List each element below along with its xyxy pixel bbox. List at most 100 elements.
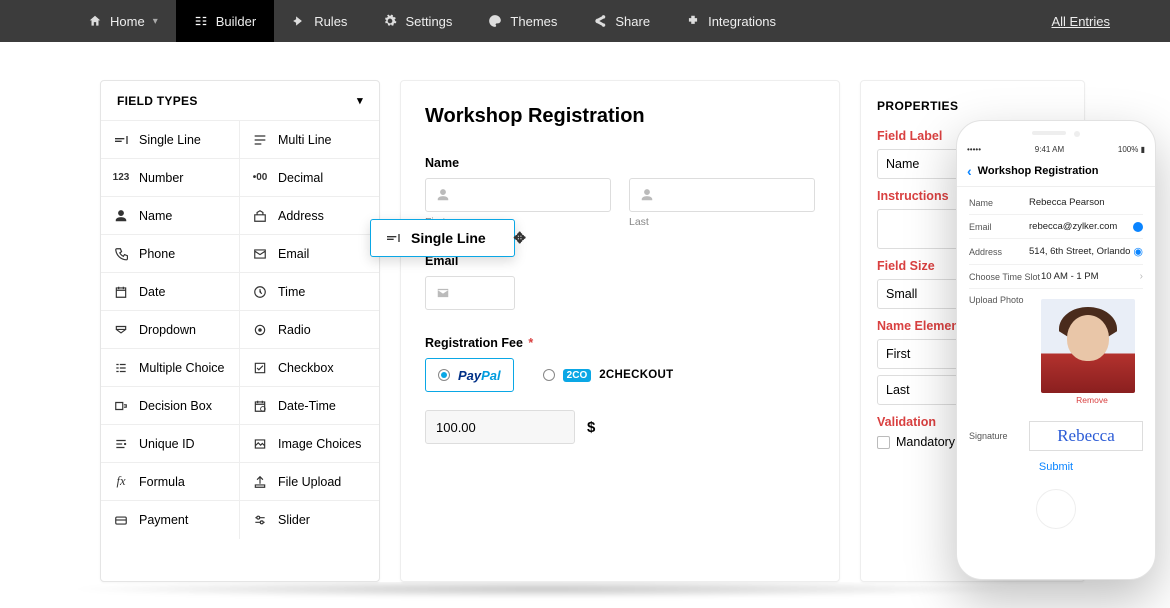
nav-integrations[interactable]: Integrations xyxy=(668,0,794,42)
fieldtype-single-line[interactable]: Single Line xyxy=(101,121,240,159)
fieldtype-address[interactable]: Address xyxy=(240,197,379,235)
fieldtype-icon xyxy=(252,246,268,262)
integrations-icon xyxy=(686,14,700,28)
fieldtype-multi-line[interactable]: Multi Line xyxy=(240,121,379,159)
fieldtype-email[interactable]: Email xyxy=(240,235,379,273)
radio-on-icon xyxy=(438,369,450,381)
dragging-field-tile[interactable]: Single Line ✥ xyxy=(370,219,515,257)
person-icon xyxy=(436,188,450,202)
fieldtype-dropdown[interactable]: Dropdown xyxy=(101,311,240,349)
fieldtype-date[interactable]: Date xyxy=(101,273,240,311)
fieldtype-icon xyxy=(252,360,268,376)
nav-home-label: Home xyxy=(110,14,145,29)
remove-photo-link[interactable]: Remove xyxy=(1041,395,1143,405)
fieldtype-multiple-choice[interactable]: Multiple Choice xyxy=(101,349,240,387)
all-entries-link[interactable]: All Entries xyxy=(1051,0,1130,42)
paypal-logo: PayPal xyxy=(458,368,501,383)
first-name-input[interactable] xyxy=(425,178,611,212)
nav-builder-label: Builder xyxy=(216,14,256,29)
phone-timeslot-row[interactable]: Choose Time Slot 10 AM - 1 PM › xyxy=(969,265,1143,289)
fieldtypes-header[interactable]: FIELD TYPES ▾ xyxy=(101,81,379,121)
mail-icon xyxy=(436,286,450,300)
fieldtype-icon xyxy=(113,436,129,452)
twocheckout-label: 2CHECKOUT xyxy=(599,369,673,381)
fieldtype-phone[interactable]: Phone xyxy=(101,235,240,273)
email-input[interactable] xyxy=(425,276,515,310)
form-title: Workshop Registration xyxy=(425,105,815,128)
phone-home-indicator xyxy=(1036,489,1076,529)
form-panel: Workshop Registration Name First Last Em… xyxy=(400,80,840,582)
fieldtype-icon xyxy=(113,398,129,414)
fieldtype-icon xyxy=(113,246,129,262)
fieldtype-radio[interactable]: Radio xyxy=(240,311,379,349)
nav-share[interactable]: Share xyxy=(575,0,668,42)
fieldtype-icon xyxy=(252,322,268,338)
uploaded-photo xyxy=(1041,299,1135,393)
fieldtype-icon xyxy=(252,474,268,490)
fieldtype-icon: •00 xyxy=(252,170,268,186)
fieldtype-payment[interactable]: Payment xyxy=(101,501,240,539)
paypal-option[interactable]: PayPal xyxy=(425,358,514,392)
radio-off-icon xyxy=(543,369,555,381)
phone-statusbar: ••••• 9:41 AM 100% ▮ xyxy=(957,137,1155,158)
phone-email-row[interactable]: Email rebecca@zylker.com xyxy=(969,215,1143,239)
twocheckout-option[interactable]: 2CO 2CHECKOUT xyxy=(530,358,687,392)
builder-icon xyxy=(194,14,208,28)
fieldtype-icon xyxy=(113,284,129,300)
checkbox-icon xyxy=(877,436,890,449)
fieldtype-checkbox[interactable]: Checkbox xyxy=(240,349,379,387)
chevron-right-icon: › xyxy=(1140,271,1143,282)
phone-notch xyxy=(957,121,1155,137)
nav-builder[interactable]: Builder xyxy=(176,0,274,42)
phone-preview: ••••• 9:41 AM 100% ▮ ‹ Workshop Registra… xyxy=(956,120,1156,580)
fee-amount-input[interactable]: 100.00 xyxy=(425,410,575,444)
phone-header: ‹ Workshop Registration xyxy=(957,158,1155,187)
fieldtype-unique-id[interactable]: Unique ID xyxy=(101,425,240,463)
move-icon: ✥ xyxy=(513,229,526,247)
share-icon xyxy=(593,14,607,28)
fieldtype-time[interactable]: Time xyxy=(240,273,379,311)
nav-rules[interactable]: Rules xyxy=(274,0,365,42)
fieldtype-date-time[interactable]: Date-Time xyxy=(240,387,379,425)
fieldtype-icon xyxy=(252,436,268,452)
nav-settings[interactable]: Settings xyxy=(365,0,470,42)
fieldtype-name[interactable]: Name xyxy=(101,197,240,235)
fieldtypes-panel: FIELD TYPES ▾ Single LineMulti Line123Nu… xyxy=(100,80,380,582)
fieldtype-image-choices[interactable]: Image Choices xyxy=(240,425,379,463)
properties-header: PROPERTIES xyxy=(877,99,1068,113)
nav-themes[interactable]: Themes xyxy=(470,0,575,42)
fieldtype-icon xyxy=(113,208,129,224)
fieldtype-decimal[interactable]: •00Decimal xyxy=(240,159,379,197)
fieldtype-icon xyxy=(113,512,129,528)
last-caption: Last xyxy=(629,216,815,228)
person-icon xyxy=(640,188,654,202)
fieldtype-icon xyxy=(113,360,129,376)
fieldtype-number[interactable]: 123Number xyxy=(101,159,240,197)
gear-icon xyxy=(383,14,397,28)
nav-share-label: Share xyxy=(615,14,650,29)
name-label: Name xyxy=(425,156,815,170)
fieldtype-slider[interactable]: Slider xyxy=(240,501,379,539)
twoco-badge: 2CO xyxy=(563,369,592,382)
back-icon[interactable]: ‹ xyxy=(967,164,972,178)
dragging-tile-label: Single Line xyxy=(411,230,486,246)
fieldtype-icon xyxy=(113,132,129,148)
nav-integrations-label: Integrations xyxy=(708,14,776,29)
nav-home[interactable]: Home ▾ xyxy=(70,0,176,42)
last-name-input[interactable] xyxy=(629,178,815,212)
phone-photo-row[interactable]: Upload Photo Remove xyxy=(969,289,1143,411)
fieldtype-icon xyxy=(252,284,268,300)
info-icon xyxy=(1133,222,1143,232)
fieldtype-formula[interactable]: fxFormula xyxy=(101,463,240,501)
fieldtype-decision-box[interactable]: Decision Box xyxy=(101,387,240,425)
phone-signature-row[interactable]: Signature Rebecca xyxy=(969,411,1143,451)
phone-name-row[interactable]: Name Rebecca Pearson xyxy=(969,191,1143,215)
phone-address-row[interactable]: Address 514, 6th Street, Orlando ◉ xyxy=(969,239,1143,265)
nav-themes-label: Themes xyxy=(510,14,557,29)
fieldtype-file-upload[interactable]: File Upload xyxy=(240,463,379,501)
currency-symbol: $ xyxy=(587,419,595,436)
phone-title: Workshop Registration xyxy=(978,165,1099,177)
phone-submit-button[interactable]: Submit xyxy=(969,451,1143,479)
fee-label: Registration Fee * xyxy=(425,336,815,350)
nav-settings-label: Settings xyxy=(405,14,452,29)
